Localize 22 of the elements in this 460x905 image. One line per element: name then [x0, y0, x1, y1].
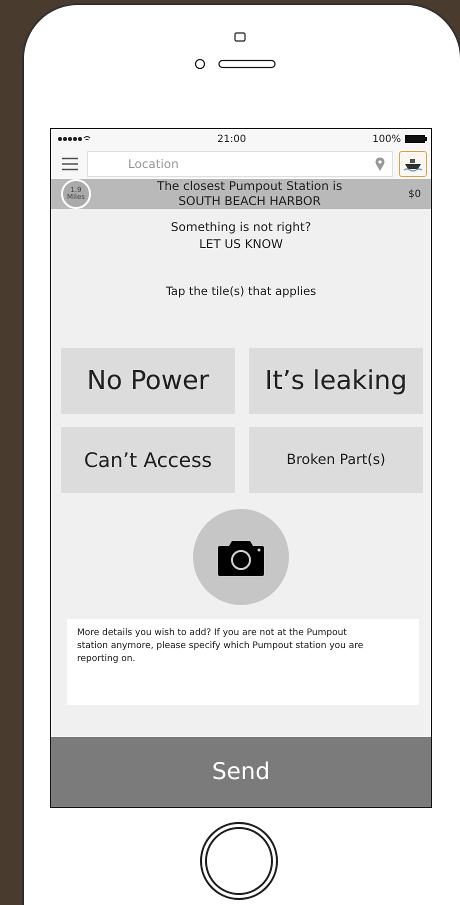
battery-icon — [404, 135, 427, 143]
banner-text: The closest Pumpout Station is — [156, 179, 342, 194]
station-name: SOUTH BEACH HARBOR — [178, 194, 321, 209]
send-button[interactable]: Send — [51, 737, 431, 807]
instruction-text: Tap the tile(s) that applies — [166, 283, 316, 300]
issue-tile[interactable]: Broken Part(s) — [249, 427, 423, 493]
issue-tile[interactable]: No Power — [61, 348, 235, 414]
boat-button[interactable] — [399, 151, 427, 177]
call-to-action: LET US KNOW — [199, 236, 283, 253]
question-text: Something is not right? — [170, 219, 312, 236]
status-time: 21:00 — [217, 134, 246, 144]
camera-lens-icon — [234, 32, 246, 42]
menu-icon — [62, 157, 78, 171]
issue-tile[interactable]: Can’t Access — [61, 427, 235, 493]
location-field[interactable]: Location — [87, 151, 393, 177]
details-field[interactable]: More details you wish to add? If you are not at the Pumpout station anymore, please specify which Pumpout station you are reporting on. — [67, 619, 419, 705]
issue-tile[interactable]: It’s leaking — [249, 348, 423, 414]
boat-icon — [403, 156, 423, 172]
signal-icon — [57, 135, 91, 143]
location-pin-icon — [375, 157, 385, 171]
price-label: $0 — [408, 188, 421, 200]
battery-percent: 100% — [372, 134, 401, 144]
